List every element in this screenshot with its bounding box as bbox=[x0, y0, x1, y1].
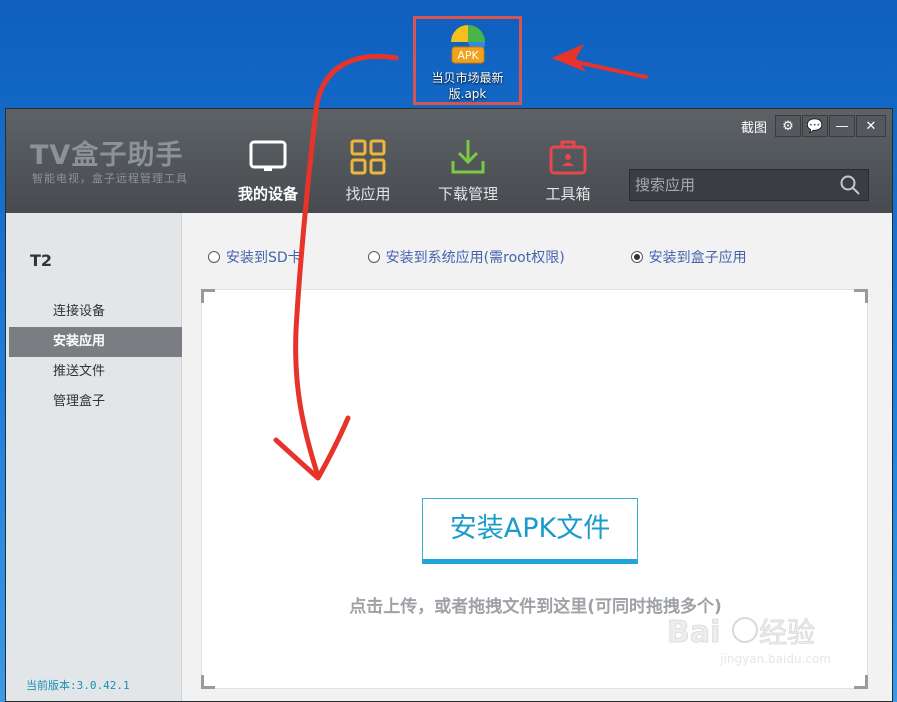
radio-icon bbox=[208, 251, 220, 263]
baidu-watermark: Bai 经验 jingyan.baidu.com bbox=[661, 606, 831, 666]
sidebar-item-push-files[interactable]: 推送文件 bbox=[9, 357, 182, 387]
download-icon bbox=[428, 137, 508, 181]
file-drop-zone[interactable]: 安装APK文件 点击上传，或者拖拽文件到这里(可同时拖拽多个) Bai 经验 j… bbox=[201, 289, 868, 689]
nav-label: 下载管理 bbox=[437, 185, 498, 203]
corner-mark bbox=[854, 675, 868, 689]
install-apk-button[interactable]: 安装APK文件 bbox=[422, 498, 638, 564]
nav-downloads[interactable]: 下载管理 bbox=[428, 137, 508, 204]
option-label: 安装到系统应用(需root权限) bbox=[385, 250, 565, 266]
nav-label: 工具箱 bbox=[545, 185, 591, 203]
desktop-file-name: 当贝市场最新版.apk bbox=[431, 71, 504, 101]
app-window: TV盒子助手 智能电视，盒子远程管理工具 我的设备 找应用 下载管理 工具箱 截… bbox=[5, 108, 893, 702]
app-logo: TV盒子助手 bbox=[30, 140, 184, 171]
title-bar: TV盒子助手 智能电视，盒子远程管理工具 我的设备 找应用 下载管理 工具箱 截… bbox=[6, 109, 892, 213]
nav-label: 找应用 bbox=[345, 185, 391, 203]
minimize-button[interactable]: — bbox=[829, 115, 855, 137]
screenshot-button[interactable]: 截图 bbox=[741, 117, 767, 136]
version-label: 当前版本:3.0.42.1 bbox=[26, 679, 130, 692]
sidebar-item-manage-box[interactable]: 管理盒子 bbox=[9, 387, 182, 417]
apk-badge: APK bbox=[457, 49, 479, 62]
search-icon[interactable] bbox=[840, 175, 860, 195]
tv-icon bbox=[228, 137, 308, 181]
corner-mark bbox=[201, 675, 215, 689]
nav-label: 我的设备 bbox=[237, 185, 298, 203]
app-tagline: 智能电视，盒子远程管理工具 bbox=[32, 172, 188, 185]
option-label: 安装到SD卡 bbox=[226, 250, 302, 266]
corner-mark bbox=[201, 289, 215, 303]
sidebar-item-install[interactable]: 安装应用 bbox=[9, 327, 182, 357]
nav-find-apps[interactable]: 找应用 bbox=[328, 137, 408, 204]
window-controls: 截图 ⚙ 💬 — ✕ bbox=[741, 115, 886, 137]
svg-text:经验: 经验 bbox=[759, 616, 815, 649]
option-label: 安装到盒子应用 bbox=[648, 250, 747, 266]
svg-text:Bai: Bai bbox=[667, 615, 720, 650]
radio-selected-icon bbox=[630, 251, 643, 263]
sidebar-menu: 连接设备 安装应用 推送文件 管理盒子 bbox=[9, 297, 182, 417]
watermark-url: jingyan.baidu.com bbox=[720, 652, 831, 666]
settings-icon[interactable]: ⚙ bbox=[775, 115, 801, 137]
option-box-app[interactable]: 安装到盒子应用 bbox=[630, 247, 747, 267]
option-system-app[interactable]: 安装到系统应用(需root权限) bbox=[367, 247, 565, 267]
nav-toolbox[interactable]: 工具箱 bbox=[528, 137, 608, 204]
toolbox-icon bbox=[528, 137, 608, 181]
nav-my-device[interactable]: 我的设备 bbox=[228, 137, 308, 204]
corner-mark bbox=[854, 289, 868, 303]
radio-icon bbox=[367, 251, 380, 263]
device-name: T2 bbox=[30, 251, 53, 270]
grid-icon bbox=[328, 137, 408, 181]
desktop-apk-file[interactable]: APK 当贝市场最新版.apk bbox=[413, 16, 522, 105]
option-sd-card[interactable]: 安装到SD卡 bbox=[208, 247, 302, 267]
sidebar: T2 连接设备 安装应用 推送文件 管理盒子 当前版本:3.0.42.1 bbox=[6, 213, 182, 701]
feedback-icon[interactable]: 💬 bbox=[802, 115, 828, 137]
search-input[interactable] bbox=[630, 170, 835, 200]
apk-file-icon: APK bbox=[448, 23, 488, 67]
close-button[interactable]: ✕ bbox=[856, 115, 886, 137]
search-box bbox=[629, 169, 869, 201]
sidebar-item-connect[interactable]: 连接设备 bbox=[9, 297, 182, 327]
install-target-options: 安装到SD卡 安装到系统应用(需root权限) 安装到盒子应用 bbox=[208, 247, 747, 267]
